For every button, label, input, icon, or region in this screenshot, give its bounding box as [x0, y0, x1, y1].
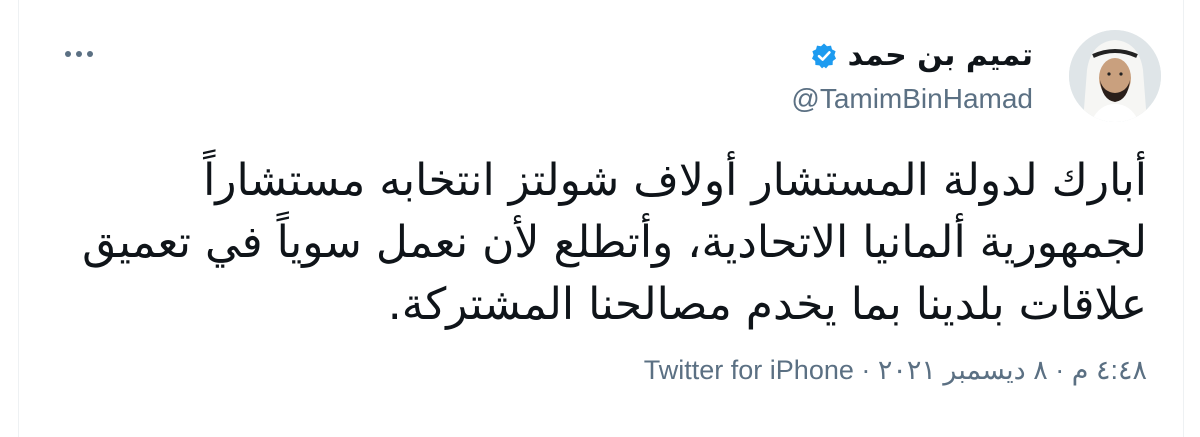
more-horizontal-icon	[65, 51, 93, 57]
more-options-button[interactable]	[59, 40, 99, 68]
tweet-card: تميم بن حمد @TamimBinHamad أبارك لدولة ا…	[18, 0, 1184, 437]
separator-dot: ·	[861, 355, 871, 385]
tweet-source[interactable]: Twitter for iPhone	[644, 355, 854, 385]
tweet-date[interactable]: ٨ ديسمبر ٢٠٢١	[878, 355, 1048, 385]
verified-badge-icon	[811, 43, 836, 69]
separator-dot: ·	[1055, 355, 1065, 385]
tweet-time[interactable]: ٤:٤٨ م	[1072, 355, 1147, 385]
tweet-text: أبارك لدولة المستشار أولاف شولتز انتخابه…	[47, 150, 1147, 336]
author-handle[interactable]: @TamimBinHamad	[791, 82, 1033, 116]
tweet-metadata: ٤:٤٨ م · ٨ ديسمبر ٢٠٢١ · Twitter for iPh…	[644, 352, 1147, 388]
tweet-text-line: أبارك لدولة المستشار أولاف شولتز انتخابه…	[203, 155, 1147, 206]
avatar[interactable]	[1069, 30, 1161, 122]
author-name-row[interactable]: تميم بن حمد	[810, 38, 1033, 74]
tweet-text-line: علاقات بلدينا بما يخدم مصالحنا المشتركة.	[387, 279, 1147, 330]
tweet-text-line: لجمهورية ألمانيا الاتحادية، وأتطلع لأن ن…	[82, 217, 1147, 268]
profile-photo-icon	[1069, 30, 1161, 122]
author-display-name[interactable]: تميم بن حمد	[848, 38, 1033, 74]
